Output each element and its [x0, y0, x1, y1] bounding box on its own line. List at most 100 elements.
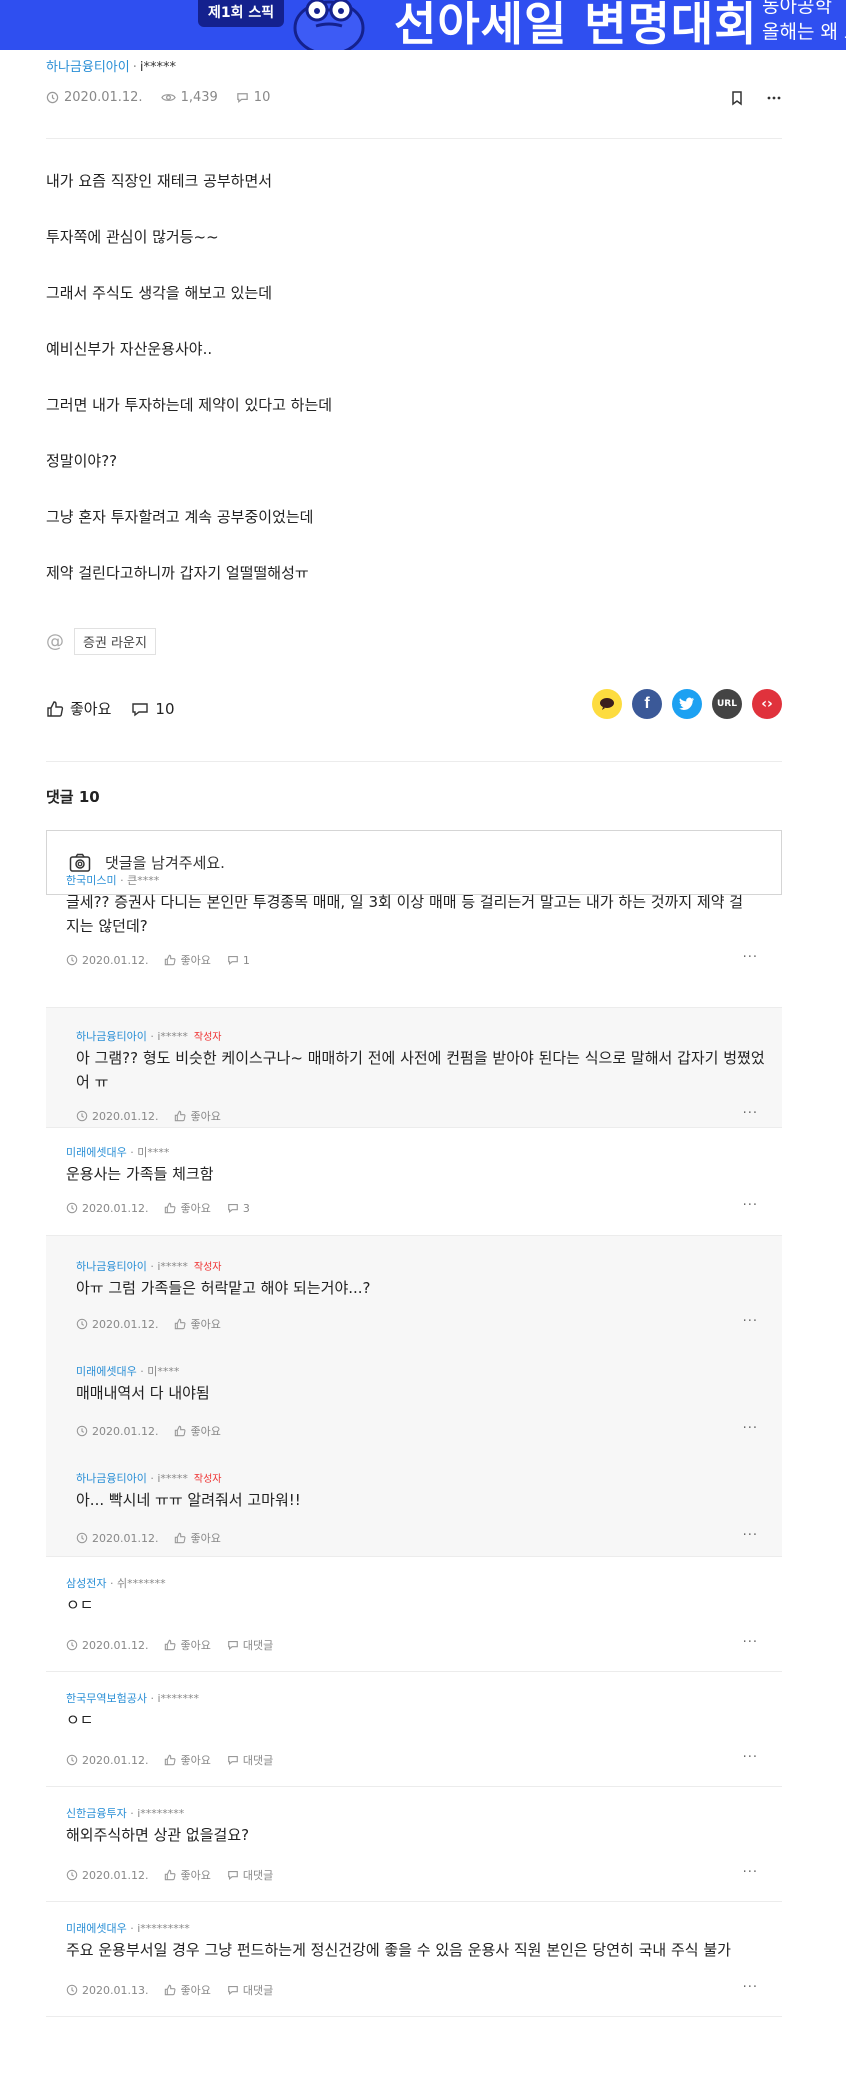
- reply-button[interactable]: 대댓글: [227, 1982, 273, 1998]
- more-icon[interactable]: ···: [743, 1635, 758, 1650]
- comment-author[interactable]: 삼성전자 · 쉬*******: [66, 1575, 166, 1591]
- reply-count[interactable]: 3: [227, 1202, 250, 1215]
- comment-like-button[interactable]: 좋아요: [164, 1637, 211, 1653]
- comment-footer: 2020.01.12. 좋아요 대댓글: [66, 1867, 289, 1883]
- comment-date: 2020.01.12.: [66, 954, 148, 967]
- reply-label: 대댓글: [242, 1639, 274, 1652]
- twitter-share-button[interactable]: [672, 689, 702, 719]
- comment-item: 미래에셋대우 · 미**** 운용사는 가족들 체크함 2020.01.12. 좋아요…: [46, 1128, 782, 1236]
- bookmark-icon[interactable]: [730, 90, 744, 106]
- comment-icon: [228, 1986, 238, 1996]
- comment-icon: [228, 1204, 238, 1214]
- more-icon[interactable]: ···: [743, 1314, 758, 1329]
- comment-like-button[interactable]: 좋아요: [174, 1423, 221, 1439]
- post-body-line: 그냥 혼자 투자할려고 계속 공부중이었는데: [46, 508, 314, 526]
- event-banner[interactable]: 제1회 스픽 선아세일 변명대회 동아공학 올해는 왜 도: [0, 0, 846, 50]
- comment-like-button[interactable]: 좋아요: [174, 1530, 221, 1546]
- author-badge: 작성자: [193, 1032, 222, 1043]
- post-comment-count: 10: [236, 90, 270, 105]
- comment-like-button[interactable]: 좋아요: [164, 1867, 211, 1883]
- comment-author[interactable]: 신한금융투자 · i********: [66, 1805, 184, 1821]
- post-body-line: 그러면 내가 투자하는데 제약이 있다고 하는데: [46, 396, 333, 414]
- comment-button[interactable]: 10: [131, 700, 175, 718]
- comment-like-button[interactable]: 좋아요: [164, 1200, 211, 1216]
- comment-author[interactable]: 하나금융티아이 · i***** 작성자: [76, 1258, 222, 1274]
- comment-company[interactable]: 신한금융투자: [66, 1807, 127, 1820]
- comment-company[interactable]: 미래에셋대우: [76, 1365, 137, 1378]
- comment-company[interactable]: 한국미스미: [66, 874, 117, 887]
- more-icon[interactable]: ···: [743, 1980, 758, 1995]
- separator-dot: ·: [146, 1260, 158, 1273]
- comment-like-button[interactable]: 좋아요: [164, 952, 211, 968]
- comment-author[interactable]: 한국무역보험공사 · i*******: [66, 1690, 199, 1706]
- reply-count[interactable]: 1: [227, 954, 250, 967]
- reply-button[interactable]: 대댓글: [227, 1637, 273, 1653]
- clock-icon: [66, 1869, 78, 1881]
- reply-button[interactable]: 대댓글: [227, 1752, 273, 1768]
- tag-lounge[interactable]: 증권 라운지: [74, 628, 156, 655]
- banner-badge: 제1회 스픽: [198, 0, 285, 27]
- reply-label: 대댓글: [242, 1869, 274, 1882]
- comment-author[interactable]: 하나금융티아이 · i***** 작성자: [76, 1028, 222, 1044]
- more-icon[interactable]: ···: [743, 1750, 758, 1765]
- comment-user: i*****: [157, 1030, 188, 1043]
- comment-company[interactable]: 미래에셋대우: [66, 1146, 127, 1159]
- comment-author[interactable]: 한국미스미 · 큰****: [66, 872, 159, 888]
- comment-author[interactable]: 미래에셋대우 · 미****: [76, 1363, 179, 1379]
- comment-date-text: 2020.01.12.: [82, 1201, 149, 1215]
- more-icon[interactable]: ···: [743, 1528, 758, 1543]
- comment-like-button[interactable]: 좋아요: [164, 1752, 211, 1768]
- reply-button[interactable]: 대댓글: [227, 1867, 273, 1883]
- comment-item: 신한금융투자 · i******** 해외주식하면 상관 없을걸요? 2020.01…: [46, 1787, 782, 1902]
- clock-icon: [66, 1639, 78, 1651]
- comment-company[interactable]: 미래에셋대우: [66, 1922, 127, 1935]
- comment-like-button[interactable]: 좋아요: [174, 1316, 221, 1332]
- comment-like-button[interactable]: 좋아요: [174, 1108, 221, 1124]
- comment-date-text: 2020.01.12.: [92, 1531, 159, 1545]
- post-date-text: 2020.01.12.: [64, 90, 143, 105]
- comment-user: i*******: [157, 1692, 200, 1705]
- like-button[interactable]: 좋아요: [46, 698, 111, 719]
- comment-item: 한국무역보험공사 · i******* ㅇㄷ 2020.01.12. 좋아요 대댓글 ··…: [46, 1672, 782, 1787]
- comment-date-text: 2020.01.12.: [92, 1109, 159, 1123]
- clock-icon: [66, 1202, 78, 1214]
- clock-icon: [66, 954, 78, 966]
- banner-side-line: 동아공학: [762, 0, 832, 17]
- url-share-button[interactable]: URL: [712, 689, 742, 719]
- post-body-line: 내가 요즘 직장인 재테크 공부하면서: [46, 172, 273, 190]
- post-views: 1,439: [160, 90, 218, 105]
- thumbs-up-icon: [165, 954, 176, 966]
- comment-company[interactable]: 한국무역보험공사: [66, 1692, 147, 1705]
- divider: [46, 138, 782, 139]
- more-icon[interactable]: ···: [743, 1421, 758, 1436]
- comment-company[interactable]: 하나금융티아이: [76, 1472, 147, 1485]
- comment-icon: [132, 702, 149, 716]
- divider: [46, 2016, 782, 2017]
- comment-author[interactable]: 미래에셋대우 · 미****: [66, 1144, 169, 1160]
- comment-author[interactable]: 하나금융티아이 · i***** 작성자: [76, 1470, 222, 1486]
- facebook-share-button[interactable]: f: [632, 689, 662, 719]
- like-label: 좋아요: [180, 1639, 211, 1652]
- post-top-actions: [730, 90, 782, 106]
- more-icon[interactable]: ···: [743, 1106, 758, 1121]
- thumbs-up-icon: [165, 1754, 176, 1766]
- post-tags: @ 증권 라운지: [46, 628, 156, 655]
- comment-author[interactable]: 미래에셋대우 · i*********: [66, 1920, 190, 1936]
- author-company[interactable]: 하나금융티아이: [46, 60, 130, 75]
- comment-like-button[interactable]: 좋아요: [164, 1982, 211, 1998]
- more-icon[interactable]: ···: [743, 1198, 758, 1213]
- comment-company[interactable]: 하나금융티아이: [76, 1030, 147, 1043]
- more-icon[interactable]: [766, 90, 782, 106]
- more-icon[interactable]: ···: [743, 1865, 758, 1880]
- separator-dot: ·: [132, 60, 137, 75]
- separator-dot: ·: [126, 1807, 138, 1820]
- more-icon[interactable]: ···: [743, 950, 758, 965]
- reply-label: 대댓글: [242, 1754, 274, 1767]
- comment-company[interactable]: 하나금융티아이: [76, 1260, 147, 1273]
- comment-date-text: 2020.01.12.: [82, 1753, 149, 1767]
- comment-company[interactable]: 삼성전자: [66, 1577, 106, 1590]
- post-author[interactable]: 하나금융티아이 · i*****: [46, 56, 176, 75]
- kakao-share-button[interactable]: [592, 689, 622, 719]
- embed-share-button[interactable]: ‹›: [752, 689, 782, 719]
- thumbs-up-icon: [175, 1110, 186, 1122]
